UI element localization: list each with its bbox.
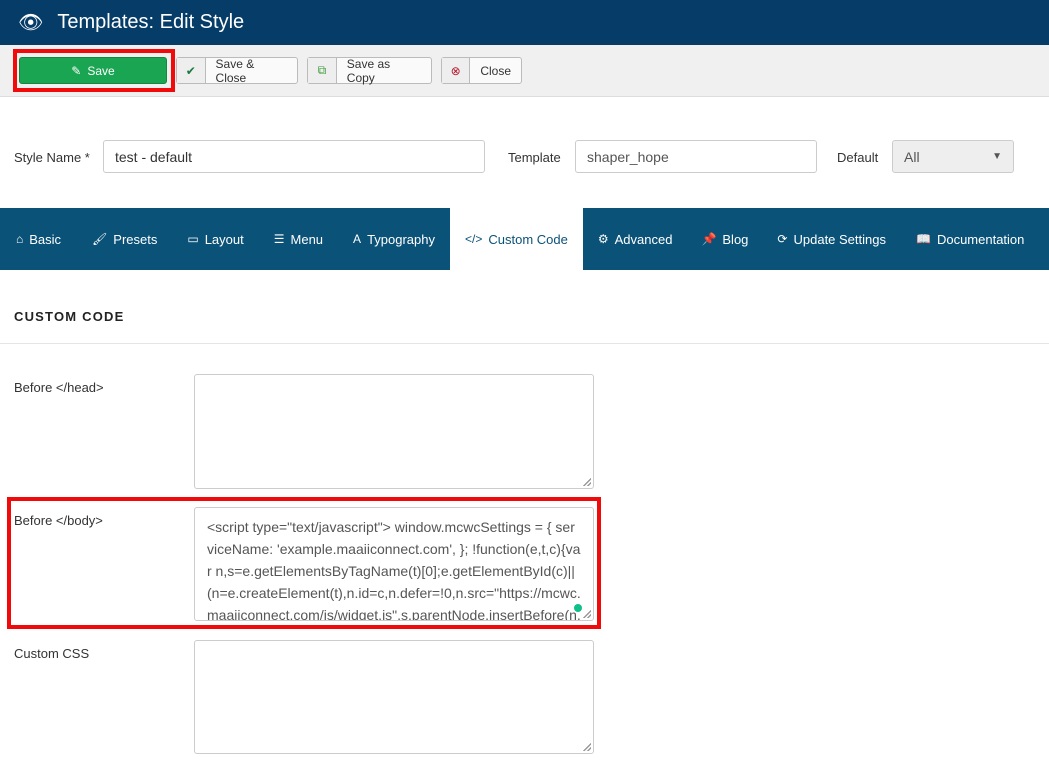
tab-blog[interactable]: 📌 Blog [687, 208, 762, 270]
save-close-button[interactable]: ✔ Save & Close [176, 56, 298, 85]
before-head-textarea[interactable] [194, 374, 594, 489]
tab-icon: ⌂ [16, 232, 24, 246]
divider [0, 343, 1049, 344]
save-close-label: Save & Close [215, 56, 255, 85]
close-icon: ⊗ [442, 58, 471, 83]
custom-css-textarea[interactable] [194, 640, 594, 754]
tab-basic[interactable]: ⌂ Basic [0, 208, 77, 270]
tab-layout[interactable]: ▭ Layout [172, 208, 258, 270]
status-dot-icon [574, 604, 582, 612]
page-title: Templates: Edit Style [57, 11, 245, 33]
tab-icon: ☰ [273, 232, 285, 246]
edit-icon: ✎ [71, 63, 82, 78]
before-head-value [195, 375, 593, 391]
save-label: Save [87, 63, 115, 78]
resize-handle[interactable] [583, 743, 591, 751]
eye-icon: 👁 [18, 12, 44, 34]
tab-label: Layout [204, 231, 244, 247]
tab-icon: </> [465, 232, 483, 246]
default-value: All [904, 148, 920, 165]
tab-icon: 📖 [916, 232, 931, 246]
resize-handle[interactable] [583, 478, 591, 486]
custom-css-value [195, 641, 593, 657]
before-head-label: Before </head> [14, 380, 104, 395]
default-label: Default [837, 150, 879, 165]
check-icon: ✔ [177, 58, 206, 83]
template-input[interactable]: shaper_hope [575, 140, 817, 173]
tab-icon: ⚙ [597, 232, 609, 246]
tab-icon: 📌 [701, 232, 717, 246]
custom-css-label: Custom CSS [14, 646, 90, 661]
tab-label: Basic [29, 231, 62, 247]
before-body-value: <script type="text/javascript"> window.m… [207, 519, 581, 621]
template-label: Template [508, 150, 561, 165]
chevron-down-icon: ▼ [992, 151, 1002, 162]
style-name-input[interactable]: test - default [103, 140, 485, 173]
tab-custom-code[interactable]: </> Custom Code [450, 208, 583, 270]
tab-advanced[interactable]: ⚙ Advanced [583, 208, 688, 270]
style-name-label: Style Name * [14, 150, 90, 165]
tab-documentation[interactable]: 📖 Documentation [901, 208, 1039, 270]
close-label: Close [480, 63, 511, 78]
section-title: CUSTOM CODE [14, 309, 125, 324]
tab-label: Presets [113, 231, 158, 247]
toolbar: ✎ Save ✔ Save & Close ⧉ Save as Copy ⊗ Close [0, 45, 1049, 97]
tab-bar: ⌂ Basic 🖌 Presets ▭ Layout ☰ Menu A Typography </>… [0, 208, 1049, 270]
save-copy-button[interactable]: ⧉ Save as Copy [307, 56, 432, 85]
tab-icon: ⟳ [777, 232, 788, 246]
tab-label: Advanced [614, 231, 673, 247]
tab-label: Custom Code [488, 231, 568, 247]
resize-handle[interactable] [583, 610, 591, 618]
before-body-label: Before </body> [14, 513, 103, 528]
tab-icon: A [353, 232, 362, 246]
tab-icon: 🖌 [92, 232, 108, 246]
tab-menu[interactable]: ☰ Menu [259, 208, 338, 270]
tab-label: Documentation [936, 231, 1025, 247]
page-header: 👁 Templates: Edit Style [0, 0, 1049, 45]
tab-typography[interactable]: A Typography [338, 208, 450, 270]
tab-update-settings[interactable]: ⟳ Update Settings [762, 208, 901, 270]
copy-icon: ⧉ [308, 58, 337, 83]
tab-icon: ▭ [187, 232, 199, 246]
before-body-textarea[interactable]: <script type="text/javascript"> window.m… [194, 507, 594, 621]
tab-label: Blog [722, 231, 749, 247]
tab-label: Typography [367, 231, 435, 247]
close-button[interactable]: ⊗ Close [441, 57, 522, 84]
default-select[interactable]: All ▼ [892, 140, 1014, 173]
tab-label: Menu [290, 231, 324, 247]
tab-presets[interactable]: 🖌 Presets [77, 208, 172, 270]
save-button[interactable]: ✎ Save [19, 57, 167, 84]
save-copy-label: Save as Copy [346, 56, 391, 85]
tab-label: Update Settings [793, 231, 886, 247]
